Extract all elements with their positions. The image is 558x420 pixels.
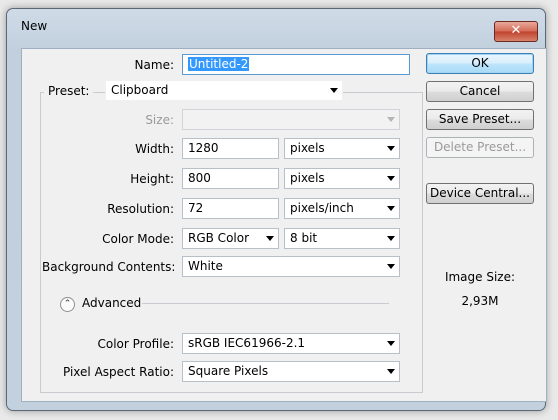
image-size-value: 2,93M — [426, 294, 534, 308]
color-mode-value: RGB Color — [188, 231, 250, 245]
color-profile-label: Color Profile: — [62, 337, 175, 351]
preset-select-value: Clipboard — [111, 83, 169, 97]
bit-depth-value: 8 bit — [290, 231, 318, 245]
new-document-dialog: New ✕ Name: Untitled-2 Preset: Clipboard… — [6, 8, 547, 411]
ok-button[interactable]: OK — [426, 53, 534, 74]
size-label: Size: — [82, 113, 174, 127]
width-label: Width: — [82, 142, 174, 156]
name-input[interactable]: Untitled-2 — [182, 54, 410, 75]
color-mode-label: Color Mode: — [62, 232, 174, 246]
image-size-value-text: 2,93M — [461, 294, 499, 308]
dialog-body: Name: Untitled-2 Preset: Clipboard Size:… — [21, 48, 547, 402]
advanced-label: Advanced — [82, 296, 141, 310]
resolution-input[interactable]: 72 — [182, 198, 279, 219]
dialog-title: New — [21, 19, 48, 33]
height-unit-select[interactable]: pixels — [284, 168, 400, 189]
save-preset-button-label: Save Preset... — [438, 112, 522, 126]
width-unit-select[interactable]: pixels — [284, 138, 400, 159]
chevron-down-icon — [387, 341, 395, 346]
pixel-aspect-ratio-label-text: Pixel Aspect Ratio: — [63, 365, 174, 379]
preset-label: Preset: — [44, 84, 94, 98]
preset-label-text: Preset: — [48, 84, 90, 98]
image-size-label: Image Size: — [426, 270, 534, 284]
height-input[interactable]: 800 — [182, 168, 279, 189]
delete-preset-button: Delete Preset... — [426, 137, 534, 158]
device-central-button-label: Device Central... — [430, 186, 530, 200]
width-label-text: Width: — [135, 142, 174, 156]
background-contents-value: White — [188, 259, 223, 273]
name-input-value: Untitled-2 — [188, 57, 250, 71]
width-unit-value: pixels — [290, 141, 325, 155]
resolution-label-text: Resolution: — [107, 202, 174, 216]
preset-select[interactable]: Clipboard — [105, 80, 343, 101]
chevron-down-icon — [387, 117, 395, 122]
color-profile-select[interactable]: sRGB IEC61966-2.1 — [182, 333, 400, 354]
color-profile-value: sRGB IEC61966-2.1 — [188, 336, 306, 350]
size-label-text: Size: — [145, 113, 174, 127]
advanced-toggle-button[interactable]: ⌃ — [60, 297, 75, 312]
chevron-down-icon — [387, 369, 395, 374]
name-label-text: Name: — [134, 58, 174, 72]
ok-button-label: OK — [471, 56, 489, 70]
chevron-down-icon — [387, 264, 395, 269]
background-contents-label-text: Background Contents: — [42, 260, 176, 274]
background-contents-select[interactable]: White — [182, 256, 400, 277]
color-mode-select[interactable]: RGB Color — [182, 228, 279, 249]
name-label: Name: — [112, 58, 174, 72]
close-icon: ✕ — [510, 23, 522, 38]
size-select — [182, 109, 400, 130]
width-input[interactable]: 1280 — [182, 138, 279, 159]
resolution-unit-select[interactable]: pixels/inch — [284, 198, 400, 219]
chevron-down-icon — [330, 88, 338, 93]
chevron-down-icon — [387, 206, 395, 211]
cancel-button-label: Cancel — [459, 84, 501, 98]
chevron-down-icon — [387, 236, 395, 241]
resolution-label: Resolution: — [62, 202, 174, 216]
chevron-down-icon — [387, 176, 395, 181]
save-preset-button[interactable]: Save Preset... — [426, 109, 534, 130]
height-unit-value: pixels — [290, 171, 325, 185]
height-label: Height: — [82, 172, 174, 186]
delete-preset-button-label: Delete Preset... — [433, 140, 527, 154]
image-size-label-text: Image Size: — [444, 270, 516, 284]
advanced-divider — [142, 303, 389, 304]
resolution-unit-value: pixels/inch — [290, 201, 354, 215]
advanced-label-text: Advanced — [82, 296, 142, 310]
cancel-button[interactable]: Cancel — [426, 81, 534, 102]
chevron-down-icon — [387, 146, 395, 151]
height-label-text: Height: — [130, 172, 174, 186]
pixel-aspect-ratio-value: Square Pixels — [188, 364, 269, 378]
background-contents-label: Background Contents: — [42, 260, 176, 274]
pixel-aspect-ratio-select[interactable]: Square Pixels — [182, 361, 400, 382]
height-input-value: 800 — [188, 171, 211, 185]
collapse-icon: ⌃ — [63, 299, 72, 309]
chevron-down-icon — [266, 236, 274, 241]
width-input-value: 1280 — [188, 141, 219, 155]
bit-depth-select[interactable]: 8 bit — [284, 228, 400, 249]
device-central-button[interactable]: Device Central... — [426, 183, 534, 204]
color-profile-label-text: Color Profile: — [97, 337, 175, 351]
close-button[interactable]: ✕ — [494, 21, 538, 42]
resolution-input-value: 72 — [188, 201, 204, 215]
color-mode-label-text: Color Mode: — [102, 232, 174, 246]
pixel-aspect-ratio-label: Pixel Aspect Ratio: — [42, 365, 174, 379]
